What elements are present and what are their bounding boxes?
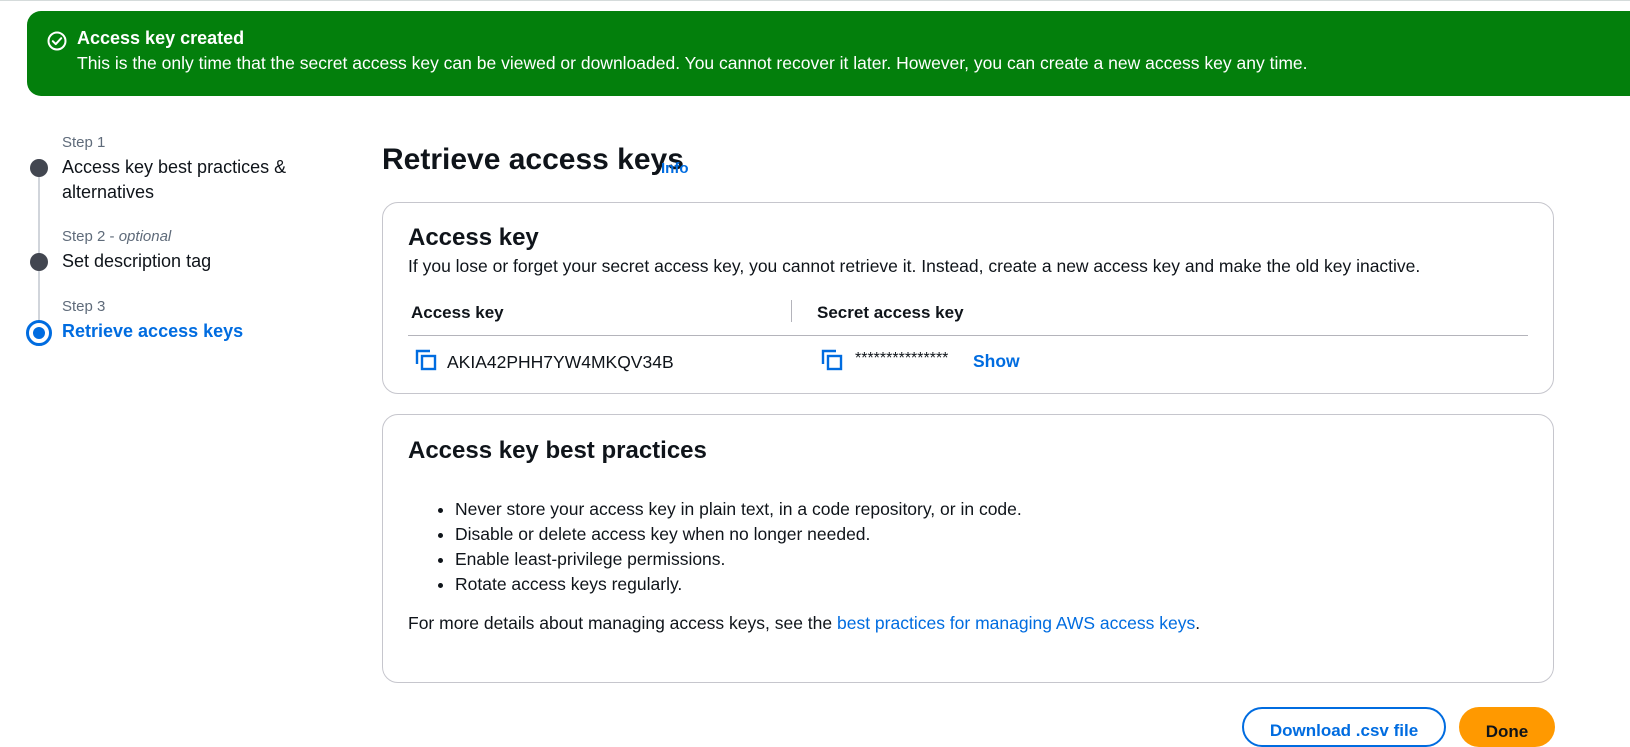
access-key-value: AKIA42PHH7YW4MKQV34B — [447, 352, 674, 372]
column-header-access-key: Access key — [411, 303, 504, 322]
success-flashbar: Access key created This is the only time… — [27, 11, 1630, 96]
list-item: Enable least-privilege permissions. — [455, 547, 1022, 572]
step-2-number: Step 2 - optional — [62, 228, 172, 245]
step-1-title[interactable]: Access key best practices & alternatives — [62, 155, 302, 205]
footer-period: . — [1195, 613, 1201, 633]
list-item: Rotate access keys regularly. — [455, 572, 1022, 597]
step-1-indicator — [30, 159, 48, 177]
column-header-secret-access-key: Secret access key — [817, 303, 964, 322]
step-3-number: Step 3 — [62, 298, 106, 315]
footer-text: For more details about managing access k… — [408, 613, 837, 633]
step-2-label: Step 2 — [62, 228, 106, 245]
list-item: Never store your access key in plain tex… — [455, 497, 1022, 522]
access-key-card: Access key If you lose or forget your se… — [382, 202, 1554, 394]
step-connector — [38, 172, 40, 254]
flash-title: Access key created — [77, 28, 245, 48]
best-practices-footer: For more details about managing access k… — [408, 613, 1200, 634]
download-csv-button[interactable]: Download .csv file — [1242, 707, 1446, 747]
info-link[interactable]: Info — [661, 160, 689, 177]
access-key-card-description: If you lose or forget your secret access… — [408, 256, 1421, 276]
copy-access-key-icon[interactable] — [414, 348, 438, 372]
step-3-indicator — [26, 320, 52, 346]
best-practices-link[interactable]: best practices for managing AWS access k… — [837, 613, 1195, 633]
show-secret-link[interactable]: Show — [973, 351, 1020, 372]
flash-message: This is the only time that the secret ac… — [77, 53, 1308, 73]
header-divider — [408, 335, 1528, 336]
top-divider — [0, 0, 1630, 1]
step-3-title: Retrieve access keys — [62, 321, 244, 341]
done-button[interactable]: Done — [1459, 707, 1555, 747]
check-circle-icon — [47, 31, 67, 51]
page-title: Retrieve access keys — [382, 143, 684, 176]
secret-key-masked: *************** — [855, 350, 949, 367]
access-key-card-title: Access key — [408, 224, 539, 251]
best-practices-title: Access key best practices — [408, 437, 707, 464]
step-2-optional: optional — [118, 228, 172, 245]
step-2-indicator — [30, 253, 48, 271]
step-2-title[interactable]: Set description tag — [62, 249, 302, 274]
best-practices-list: Never store your access key in plain tex… — [431, 497, 1022, 597]
list-item: Disable or delete access key when no lon… — [455, 522, 1022, 547]
step-1-number: Step 1 — [62, 134, 106, 151]
column-separator — [791, 300, 792, 322]
best-practices-card: Access key best practices Never store yo… — [382, 414, 1554, 683]
copy-secret-key-icon[interactable] — [820, 348, 844, 372]
